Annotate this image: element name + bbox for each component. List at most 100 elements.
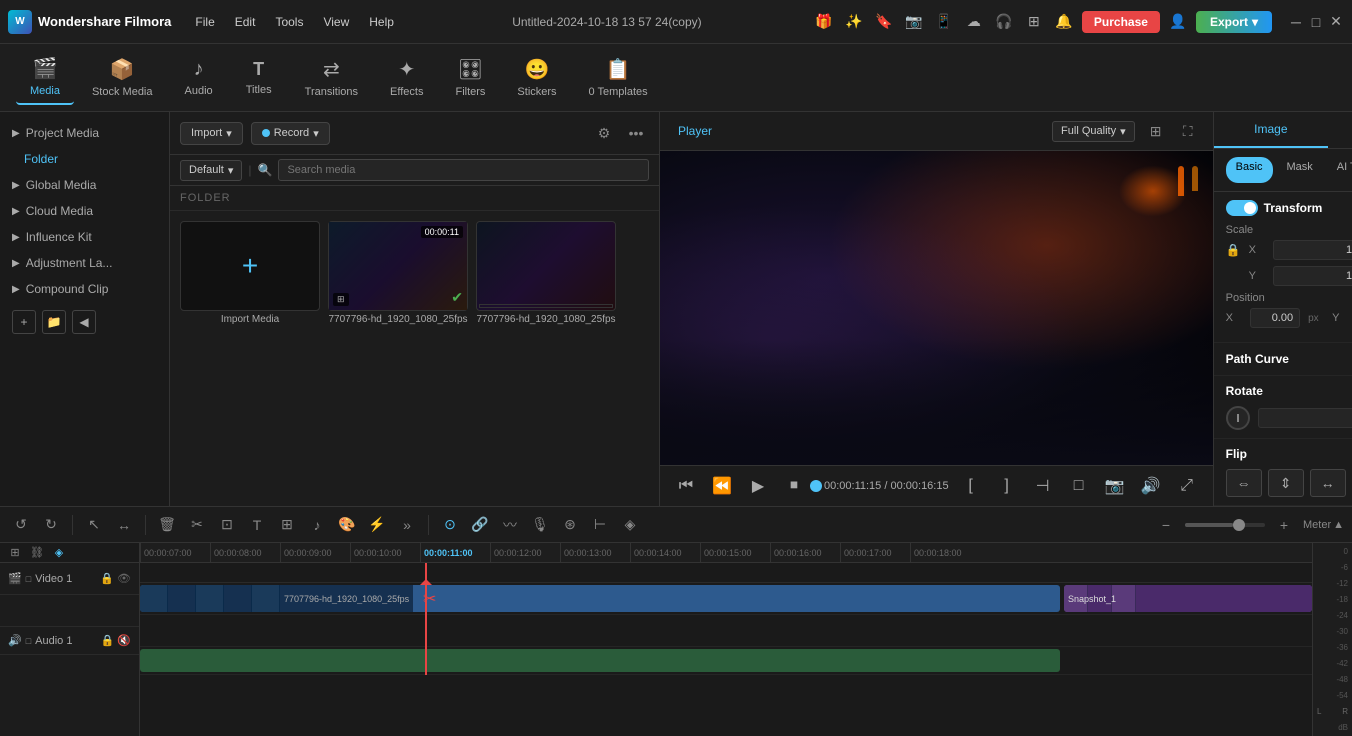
tab-player[interactable]: Player bbox=[672, 122, 718, 140]
flip-horizontal-button[interactable]: ⇔ bbox=[1226, 469, 1262, 497]
scale-x-value[interactable]: 100.00 bbox=[1273, 240, 1352, 260]
screenshot-icon[interactable]: 📷 bbox=[902, 10, 926, 34]
nav-media[interactable]: 🎬 Media bbox=[16, 50, 74, 105]
avatar[interactable]: 👤 bbox=[1166, 10, 1190, 34]
menu-help[interactable]: Help bbox=[361, 11, 402, 33]
sidebar-item-cloud[interactable]: ▶ Cloud Media bbox=[0, 198, 169, 224]
mark-in-button[interactable]: [ bbox=[957, 472, 985, 500]
zoom-slider[interactable] bbox=[1185, 523, 1265, 527]
minimize-button[interactable]: ─ bbox=[1288, 14, 1304, 30]
volume-button[interactable]: 🔊 bbox=[1137, 472, 1165, 500]
subtab-ai-tools[interactable]: AI Tools bbox=[1327, 157, 1352, 183]
add-folder-button[interactable]: + bbox=[12, 310, 36, 334]
snapshot-button[interactable]: 📷 bbox=[1101, 472, 1129, 500]
rotate-dial[interactable] bbox=[1226, 406, 1250, 430]
search-input[interactable] bbox=[278, 159, 649, 181]
nav-transitions[interactable]: ⇄ Transitions bbox=[291, 51, 372, 104]
play-button[interactable]: ▶ bbox=[744, 472, 772, 500]
tl-crop-button[interactable]: ⊡ bbox=[214, 512, 240, 538]
tab-color[interactable]: Color bbox=[1328, 112, 1352, 148]
tl-transform-button[interactable]: ⊞ bbox=[274, 512, 300, 538]
headphone-icon[interactable]: 🎧 bbox=[992, 10, 1016, 34]
video-hide-icon[interactable]: 👁 bbox=[117, 572, 131, 585]
subtab-mask[interactable]: Mask bbox=[1277, 157, 1323, 183]
fullscreen-button[interactable]: ⤢ bbox=[1173, 472, 1201, 500]
nav-titles[interactable]: T Titles bbox=[231, 53, 287, 102]
insert-button[interactable]: ⊣ bbox=[1029, 472, 1057, 500]
tl-chain-icon[interactable]: ⛓ bbox=[28, 544, 46, 562]
audio-mute-icon[interactable]: 🔇 bbox=[117, 634, 131, 647]
tl-text-button[interactable]: T bbox=[244, 512, 270, 538]
sidebar-item-global[interactable]: ▶ Global Media bbox=[0, 172, 169, 198]
video-lock-icon[interactable]: 🔒 bbox=[100, 572, 114, 585]
nav-stickers[interactable]: 😀 Stickers bbox=[503, 51, 570, 104]
notification-icon[interactable]: 🔔 bbox=[1052, 10, 1076, 34]
overwrite-button[interactable]: □ bbox=[1065, 472, 1093, 500]
rotate-value[interactable]: 0.00° bbox=[1258, 408, 1352, 428]
menu-tools[interactable]: Tools bbox=[267, 11, 311, 33]
tl-delete-button[interactable]: 🗑 bbox=[154, 512, 180, 538]
pos-x-value[interactable]: 0.00 bbox=[1250, 308, 1301, 328]
import-thumb[interactable]: + bbox=[180, 221, 320, 311]
tl-group-icon[interactable]: ⊞ bbox=[6, 544, 24, 562]
tl-zoom-in-button[interactable]: + bbox=[1271, 512, 1297, 538]
phone-icon[interactable]: 📱 bbox=[932, 10, 956, 34]
record-button[interactable]: Record ▾ bbox=[251, 122, 330, 145]
nav-filters[interactable]: 🎛 Filters bbox=[441, 51, 499, 104]
snapshot-clip[interactable]: Snapshot_1 Snapshot_1 bbox=[1064, 585, 1312, 612]
nav-templates[interactable]: 📋 0 Templates bbox=[575, 51, 662, 104]
tl-link-button[interactable]: 🔗 bbox=[467, 512, 493, 538]
new-folder-button[interactable]: 📁 bbox=[42, 310, 66, 334]
sidebar-item-influence[interactable]: ▶ Influence Kit bbox=[0, 224, 169, 250]
sidebar-item-folder[interactable]: Folder bbox=[0, 146, 169, 172]
close-button[interactable]: ✕ bbox=[1328, 14, 1344, 30]
subtab-basic[interactable]: Basic bbox=[1226, 157, 1273, 183]
nav-effects[interactable]: ✦ Effects bbox=[376, 51, 437, 104]
clip2-thumb[interactable] bbox=[476, 221, 616, 311]
fullscreen-icon[interactable]: ⛶ bbox=[1175, 118, 1201, 144]
maximize-button[interactable]: □ bbox=[1308, 14, 1324, 30]
bookmark-icon[interactable]: 🔖 bbox=[872, 10, 896, 34]
tl-keyframe2-button[interactable]: ◈ bbox=[617, 512, 643, 538]
transform-toggle[interactable] bbox=[1226, 200, 1258, 216]
nav-stock-media[interactable]: 📦 Stock Media bbox=[78, 51, 167, 104]
playhead[interactable] bbox=[425, 583, 427, 614]
gift-icon[interactable]: 🎁 bbox=[812, 10, 836, 34]
zoom-track[interactable] bbox=[1185, 523, 1265, 527]
menu-file[interactable]: File bbox=[187, 11, 222, 33]
tl-select-button[interactable]: ↖ bbox=[81, 512, 107, 538]
meter-label[interactable]: Meter ▲ bbox=[1303, 519, 1344, 531]
flip-h-button[interactable]: ↔ bbox=[1310, 469, 1346, 497]
flip-vertical-button[interactable]: ⇕ bbox=[1268, 469, 1304, 497]
tl-audio-button[interactable]: ♪ bbox=[304, 512, 330, 538]
magic-icon[interactable]: ✨ bbox=[842, 10, 866, 34]
tl-snap-button[interactable]: ⊙ bbox=[437, 512, 463, 538]
tl-marker-icon[interactable]: ◈ bbox=[50, 544, 68, 562]
tl-mic-button[interactable]: 🎙 bbox=[527, 512, 553, 538]
filter-icon[interactable]: ⚙ bbox=[591, 120, 617, 146]
collapse-button[interactable]: ◀ bbox=[72, 310, 96, 334]
audio-clip[interactable] bbox=[140, 649, 1060, 672]
stop-button[interactable]: ⏹ bbox=[780, 472, 808, 500]
clip1-thumb[interactable]: 00:00:11 ⊞ ✔ bbox=[328, 221, 468, 311]
mark-out-button[interactable]: ] bbox=[993, 472, 1021, 500]
tl-speed-button[interactable]: ⚡ bbox=[364, 512, 390, 538]
sidebar-item-project[interactable]: ▶ Project Media bbox=[0, 120, 169, 146]
scale-y-value[interactable]: 100.00 bbox=[1273, 266, 1352, 286]
menu-view[interactable]: View bbox=[315, 11, 357, 33]
tl-zoom-out-button[interactable]: − bbox=[1153, 512, 1179, 538]
tl-split-button[interactable]: ⊢ bbox=[587, 512, 613, 538]
export-button[interactable]: Export ▾ bbox=[1196, 11, 1272, 33]
tl-more-button[interactable]: » bbox=[394, 512, 420, 538]
skip-back-button[interactable]: ⏮ bbox=[672, 472, 700, 500]
tl-color-button[interactable]: 🎨 bbox=[334, 512, 360, 538]
menu-edit[interactable]: Edit bbox=[227, 11, 264, 33]
sidebar-item-compound[interactable]: ▶ Compound Clip bbox=[0, 276, 169, 302]
more-options-icon[interactable]: ••• bbox=[623, 120, 649, 146]
tl-ripple-button[interactable]: ↔ bbox=[111, 512, 137, 538]
grid-view-icon[interactable]: ⊞ bbox=[1143, 118, 1169, 144]
import-button[interactable]: Import ▾ bbox=[180, 122, 243, 145]
tl-undo-button[interactable]: ↺ bbox=[8, 512, 34, 538]
audio-lock-icon[interactable]: 🔒 bbox=[101, 634, 115, 647]
tl-audio-wave-button[interactable]: 〰 bbox=[497, 512, 523, 538]
